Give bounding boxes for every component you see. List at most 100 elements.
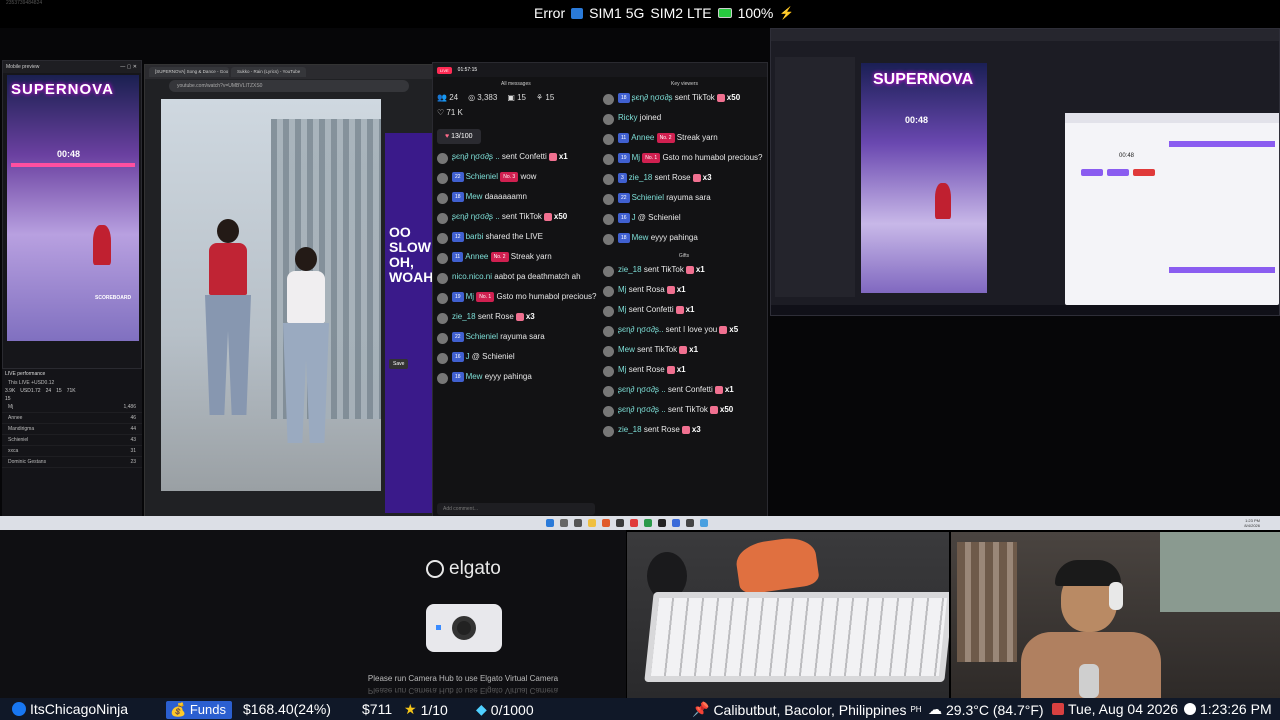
chat-message[interactable]: Mew sent TikTok x1 <box>603 345 765 361</box>
chat-message[interactable]: 18 Mew eyyy pahinga <box>437 372 599 388</box>
username[interactable]: ʂєɳ∂ ɳσσ∂ʂ .. <box>452 152 500 161</box>
live-chat-window[interactable]: LIVE 01:57:15 All messages Key viewers 👥… <box>432 62 768 516</box>
username[interactable]: ʂєɳ∂ ɳσσ∂ʂ .. <box>618 385 666 394</box>
chat-message[interactable]: Mj sent Rosa x1 <box>603 285 765 301</box>
username[interactable]: Mew <box>618 345 635 354</box>
mobile-preview-titlebar[interactable]: Mobile preview — ▢ ✕ <box>3 61 141 73</box>
chat-message[interactable]: zie_18 sent TikTok x1 <box>603 265 765 281</box>
username[interactable]: Schieniel <box>632 193 664 202</box>
live-performance-panel[interactable]: LIVE performance This LIVE +USD0.12 3.9K… <box>2 368 142 516</box>
app-icon[interactable] <box>672 519 680 527</box>
save-button[interactable]: Save <box>389 359 409 369</box>
chat-message[interactable]: 18 ʂєɳ∂ ɳσσ∂ʂ sent TikTok x50 <box>603 93 765 109</box>
username[interactable]: Annee <box>465 252 488 261</box>
username[interactable]: ʂєɳ∂ ɳσσ∂ʂ.. <box>618 325 663 334</box>
avatar[interactable] <box>603 326 614 337</box>
avatar[interactable] <box>603 174 614 185</box>
avatar[interactable] <box>603 306 614 317</box>
chat-message[interactable]: ʂєɳ∂ ɳσσ∂ʂ.. sent I love you x5 <box>603 325 765 341</box>
avatar[interactable] <box>437 313 448 324</box>
chat-message[interactable]: 19 Mj No. 1 Gsto mo humabol precious? <box>437 292 599 308</box>
username[interactable]: Ricky <box>618 113 638 122</box>
avatar[interactable] <box>437 233 448 244</box>
all-messages-header[interactable]: All messages <box>501 81 531 87</box>
browser-icon[interactable] <box>602 519 610 527</box>
list-item[interactable]: xxca 31 <box>2 446 142 457</box>
chat-message[interactable]: Mj sent Confetti x1 <box>603 305 765 321</box>
username[interactable]: ʂєɳ∂ ɳσσ∂ʂ <box>632 93 673 102</box>
studio-window[interactable]: SUPERNOVA 00:48 00:48 <box>770 28 1280 316</box>
panel-button[interactable] <box>1107 169 1129 176</box>
app-icon[interactable] <box>630 519 638 527</box>
username[interactable]: zie_18 <box>618 265 642 274</box>
chat-message[interactable]: 12 barbi shared the LIVE <box>437 232 599 248</box>
username[interactable]: Mew <box>466 192 483 201</box>
list-item[interactable]: Dominic Gestans 23 <box>2 457 142 468</box>
username[interactable]: zie_18 <box>629 173 653 182</box>
list-item[interactable]: Annee 46 <box>2 413 142 424</box>
username[interactable]: zie_18 <box>452 312 476 321</box>
chat-message[interactable]: 18 Mew daaaaaamn <box>437 192 599 208</box>
panel-button[interactable] <box>1081 169 1103 176</box>
username[interactable]: ʂєɳ∂ ɳσσ∂ʂ .. <box>452 212 500 221</box>
username[interactable]: Mj <box>632 153 640 162</box>
chat-message[interactable]: 18 Mew eyyy pahinga <box>603 233 765 249</box>
avatar[interactable] <box>603 234 614 245</box>
list-item[interactable]: Schieniel 43 <box>2 435 142 446</box>
app-icon[interactable] <box>644 519 652 527</box>
username[interactable]: Mew <box>466 372 483 381</box>
chat-message[interactable]: 22 Schieniel rayuma sara <box>603 193 765 209</box>
chat-message[interactable]: Ricky joined <box>603 113 765 129</box>
avatar[interactable] <box>603 114 614 125</box>
taskview-icon[interactable] <box>574 519 582 527</box>
avatar[interactable] <box>603 366 614 377</box>
chat-message[interactable]: 11 Annee No. 2 Streak yarn <box>437 252 599 268</box>
control-panel[interactable]: 00:48 <box>1065 113 1279 305</box>
app-icon[interactable] <box>700 519 708 527</box>
chat-message[interactable]: ʂєɳ∂ ɳσσ∂ʂ .. sent TikTok x50 <box>437 212 599 228</box>
comment-input[interactable]: Add comment... <box>437 503 595 515</box>
app-icon[interactable] <box>658 519 666 527</box>
avatar[interactable] <box>603 346 614 357</box>
avatar[interactable] <box>603 134 614 145</box>
chat-message[interactable]: 22 Schieniel No. 3 wow <box>437 172 599 188</box>
chat-message[interactable]: 22 Schieniel rayuma sara <box>437 332 599 348</box>
chat-message[interactable]: 3 zie_18 sent Rose x3 <box>603 173 765 189</box>
username[interactable]: Mj <box>618 305 626 314</box>
key-viewers-header[interactable]: Key viewers <box>671 81 698 87</box>
video-player[interactable] <box>161 99 381 491</box>
panel-button[interactable] <box>1133 169 1155 176</box>
app-icon[interactable] <box>616 519 624 527</box>
username[interactable]: Mew <box>632 233 649 242</box>
list-item[interactable]: Mandirigma 44 <box>2 424 142 435</box>
avatar[interactable] <box>437 273 448 284</box>
username[interactable]: ʂєɳ∂ ɳσσ∂ʂ .. <box>618 405 666 414</box>
avatar[interactable] <box>603 266 614 277</box>
username[interactable]: Mj <box>466 292 474 301</box>
username[interactable]: Annee <box>631 133 654 142</box>
username[interactable]: J <box>632 213 636 222</box>
chat-message[interactable]: 19 Mj No. 1 Gsto mo humabol precious? <box>603 153 765 169</box>
username[interactable]: Mj <box>618 365 626 374</box>
avatar[interactable] <box>603 286 614 297</box>
username[interactable]: nico.nico.ni <box>452 272 492 281</box>
browser-window[interactable]: [SUPERNOVA] Song & Dance - Goo Sukko - R… <box>144 64 434 516</box>
avatar[interactable] <box>603 94 614 105</box>
avatar[interactable] <box>437 173 448 184</box>
avatar[interactable] <box>437 253 448 264</box>
address-bar[interactable]: youtube.com/watch?v=UMBVLITZXS0 <box>169 80 409 92</box>
browser-tab[interactable]: [SUPERNOVA] Song & Dance - Goo <box>149 67 229 77</box>
avatar[interactable] <box>437 373 448 384</box>
avatar[interactable] <box>603 154 614 165</box>
avatar[interactable] <box>603 426 614 437</box>
avatar[interactable] <box>603 406 614 417</box>
folder-icon[interactable] <box>588 519 596 527</box>
username[interactable]: Mj <box>618 285 626 294</box>
avatar[interactable] <box>603 386 614 397</box>
chat-message[interactable]: 16 J @ Schieniel <box>437 352 599 368</box>
chat-message[interactable]: zie_18 sent Rose x3 <box>603 425 765 441</box>
avatar[interactable] <box>437 353 448 364</box>
username[interactable]: barbi <box>466 232 484 241</box>
chat-message[interactable]: 11 Annee No. 2 Streak yarn <box>603 133 765 149</box>
avatar[interactable] <box>437 293 448 304</box>
